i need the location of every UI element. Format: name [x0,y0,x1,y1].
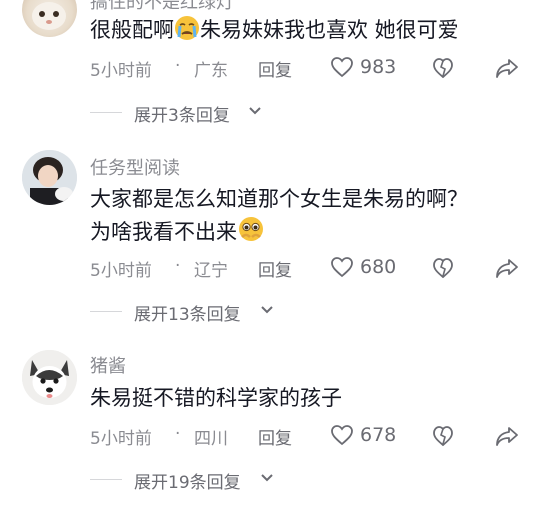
expand-replies-label: 展开3条回复 [134,106,230,126]
comment-meta: 5小时前 · 广东 回复 983 [90,54,550,82]
avatar[interactable] [22,150,77,205]
comment-time: 5小时前 [90,61,152,81]
pleading-face-emoji-icon [239,217,263,241]
comment-time: 5小时前 [90,261,152,281]
comment-time: 5小时前 [90,429,152,449]
expand-replies-button[interactable]: 展开19条回复 [90,467,300,493]
dislike-icon[interactable] [432,424,454,448]
expand-replies-button[interactable]: 展开3条回复 [90,100,290,126]
expand-divider-line [90,479,122,480]
comment-text-part: 为啥我看不出来 [90,220,237,244]
heart-icon[interactable] [330,424,354,446]
share-icon[interactable] [495,425,519,447]
comment-location: 广东 [194,61,228,81]
expand-divider-line [90,112,122,113]
expand-replies-button[interactable]: 展开13条回复 [90,299,300,325]
avatar[interactable] [22,350,77,405]
share-icon[interactable] [495,257,519,279]
heart-icon[interactable] [330,56,354,78]
like-count: 983 [360,56,397,78]
dislike-icon[interactable] [432,56,454,80]
expand-replies-label: 展开13条回复 [134,305,241,325]
comment-text-part: 朱易妹妹我也喜欢 她很可爱 [200,18,459,42]
comment-location: 辽宁 [194,261,228,281]
comment-text-line: 大家都是怎么知道那个女生是朱易的啊？ [90,187,468,211]
chevron-down-icon [261,474,273,482]
chevron-down-icon [261,306,273,314]
heart-icon[interactable] [330,256,354,278]
separator-dot: · [175,424,181,444]
expand-divider-line [90,311,122,312]
reply-button[interactable]: 回复 [258,256,292,281]
girl-avatar-image [22,150,77,205]
chevron-down-icon [249,107,261,115]
comment-text: 大家都是怎么知道那个女生是朱易的啊？ 为啥我看不出来 [90,183,520,248]
comment-location: 四川 [194,429,228,449]
comment-meta: 5小时前 · 辽宁 回复 680 [90,254,550,282]
comment-text: 朱易挺不错的科学家的孩子 [90,386,342,410]
cat-avatar-image [32,2,66,30]
crying-face-emoji-icon [175,16,199,40]
comment-text-part: 很般配啊 [90,18,174,42]
like-count: 678 [360,424,397,446]
reply-button[interactable]: 回复 [258,424,292,449]
comment-text: 很般配啊 朱易妹妹我也喜欢 她很可爱 [90,14,520,46]
comment-username[interactable]: 猪酱 [90,352,126,378]
reply-button[interactable]: 回复 [258,56,292,81]
like-count: 680 [360,256,397,278]
expand-replies-label: 展开19条回复 [134,473,241,493]
comment-text-line: 为啥我看不出来 [90,215,520,248]
husky-dog-avatar-image [22,350,77,405]
comment-username[interactable]: 任务型阅读 [90,154,180,180]
comment-username[interactable]: 搞住的不是红绿灯 [90,0,234,14]
dislike-icon[interactable] [432,256,454,280]
comment-meta: 5小时前 · 四川 回复 678 [90,422,550,450]
share-icon[interactable] [495,57,519,79]
separator-dot: · [175,256,181,276]
separator-dot: · [175,56,181,76]
avatar[interactable] [22,0,77,37]
